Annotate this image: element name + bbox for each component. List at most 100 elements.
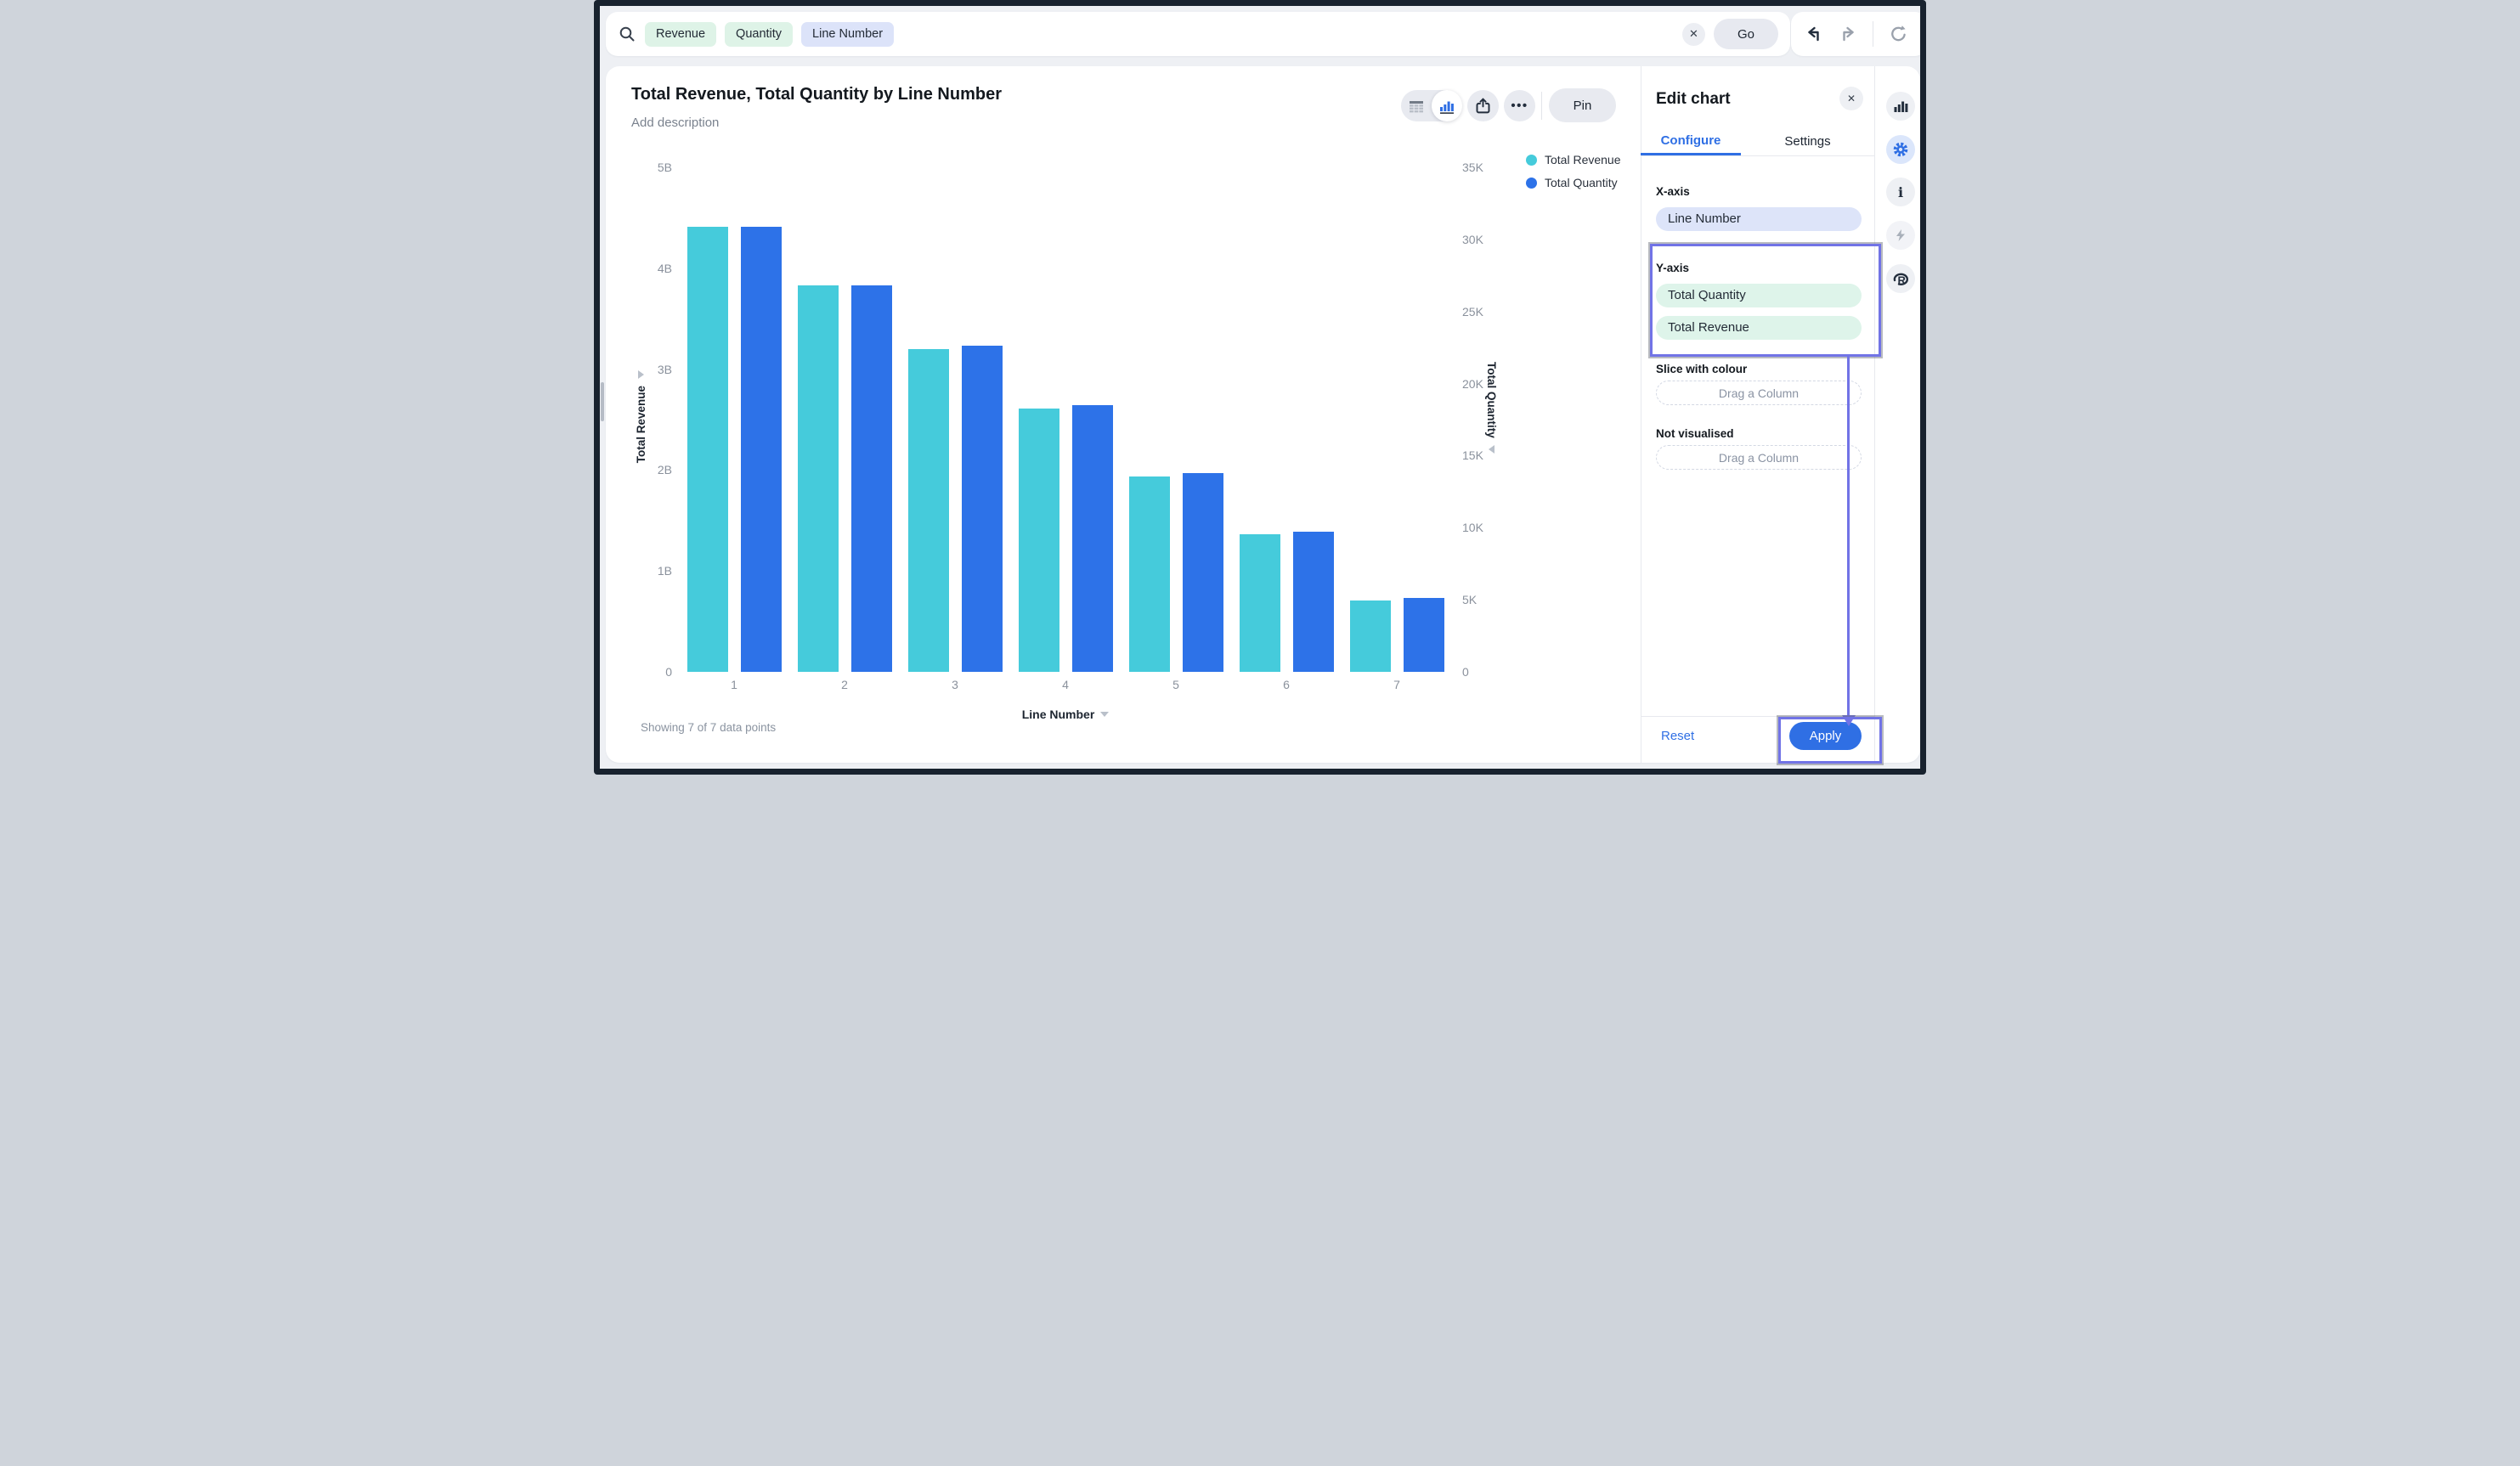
bar-total-revenue[interactable] [907,348,949,672]
legend-label: Total Revenue [1545,153,1621,166]
y-tick-right: 0 [1462,665,1469,679]
tab-settings[interactable]: Settings [1741,127,1874,155]
y-tick-right: 10K [1462,521,1483,535]
bar-total-quantity[interactable] [1071,405,1113,672]
redo-icon[interactable] [1839,25,1857,43]
panel-tabs: Configure Settings [1641,127,1874,156]
x-axis-section-label: X-axis [1656,185,1690,198]
x-tick-label: 4 [1062,678,1069,691]
bar-total-revenue[interactable] [687,227,728,672]
y-tick-left: 1B [657,564,672,578]
x-tick-label: 7 [1393,678,1400,691]
y-axis-left-label[interactable]: Total Revenue [635,386,647,463]
x-tick-label: 5 [1172,678,1179,691]
chevron-down-icon [1100,712,1110,717]
toolbar-divider [1541,92,1542,120]
info-icon: i [1897,183,1904,200]
legend-item[interactable]: Total Revenue [1526,153,1621,166]
chart-view-button[interactable] [1432,90,1462,121]
y-tick-left: 2B [657,463,672,477]
bar-total-quantity[interactable] [961,346,1003,672]
history-toolbar [1791,12,1920,56]
legend-dot [1526,154,1537,166]
share-button[interactable] [1467,90,1499,121]
bar-total-quantity[interactable] [740,226,782,672]
bar-total-quantity[interactable] [1292,532,1334,672]
go-button[interactable]: Go [1714,19,1778,49]
y-tick-left: 4B [657,261,672,275]
close-panel-button[interactable]: ✕ [1839,87,1863,110]
bar-group [679,167,789,672]
y-axis-right-label[interactable]: Total Quantity [1485,362,1498,438]
edit-chart-title: Edit chart [1656,90,1731,108]
y-tick-left: 3B [657,362,672,376]
search-tag-revenue[interactable]: Revenue [645,21,717,47]
bar-total-revenue[interactable] [1128,476,1170,672]
bar-total-revenue[interactable] [1239,534,1280,672]
search-icon [618,25,636,43]
y-tick-right: 35K [1462,161,1483,174]
bar-chart-icon [1893,99,1908,114]
more-options-button[interactable]: ••• [1504,90,1535,121]
y-axis-left-title: Total Revenue [635,370,647,463]
bar-total-revenue[interactable] [1018,408,1059,672]
y-axis-section-label: Y-axis [1656,262,1690,274]
chart-description-placeholder[interactable]: Add description [631,116,719,130]
y-axis-right-title: Total Quantity [1485,362,1498,454]
x-axis-tick-labels: 1 2 3 4 5 6 7 [679,678,1452,691]
app-window: Revenue Quantity Line Number ✕ Go Total … [594,0,1926,775]
apply-button[interactable]: Apply [1789,722,1862,750]
rail-r-logo-button[interactable]: R [1886,264,1915,293]
r-logo-icon: R [1891,269,1910,288]
clear-search-button[interactable]: ✕ [1682,22,1705,46]
search-tag-quantity[interactable]: Quantity [725,21,794,47]
panel-drag-handle[interactable] [601,382,604,421]
sort-indicator-icon[interactable] [1489,444,1494,454]
bar-group [1342,167,1452,672]
x-axis-label: Line Number [1021,708,1095,721]
legend-dot [1526,177,1537,189]
rail-chart-button[interactable] [1886,92,1915,121]
x-tick-label: 1 [731,678,737,691]
slice-section-label: Slice with colour [1656,363,1748,375]
x-axis-field-line-number[interactable]: Line Number [1656,207,1862,231]
ellipsis-icon: ••• [1511,99,1528,113]
undo-icon[interactable] [1805,25,1823,43]
tab-configure[interactable]: Configure [1641,127,1741,155]
not-visualised-section-label: Not visualised [1656,427,1734,440]
close-icon: ✕ [1689,27,1698,40]
y-tick-right: 30K [1462,232,1483,246]
rail-settings-button[interactable] [1886,135,1915,164]
pin-button[interactable]: Pin [1549,88,1616,122]
share-icon [1474,97,1492,115]
bar-total-quantity[interactable] [1182,472,1223,672]
bar-total-revenue[interactable] [797,285,839,672]
x-tick-label: 3 [952,678,958,691]
search-tag-line-number[interactable]: Line Number [801,21,895,47]
bar-total-quantity[interactable] [1403,598,1444,672]
table-view-button[interactable] [1401,90,1432,121]
reset-button[interactable]: Reset [1661,729,1694,743]
bar-total-quantity[interactable] [850,285,892,672]
lightning-icon [1894,228,1907,242]
sort-indicator-icon[interactable] [638,370,644,379]
chart-title[interactable]: Total Revenue, Total Quantity by Line Nu… [631,85,1002,104]
legend-item[interactable]: Total Quantity [1526,176,1621,189]
refresh-icon[interactable] [1889,25,1907,43]
rail-info-button[interactable]: i [1886,178,1915,206]
not-visualised-drop-zone[interactable]: Drag a Column [1656,445,1862,470]
rail-alerts-button[interactable] [1886,221,1915,250]
bar-group [1010,167,1121,672]
y-tick-right: 20K [1462,376,1483,391]
bar-group [900,167,1010,672]
footer-divider [1641,716,1874,717]
y-axis-field-total-quantity[interactable]: Total Quantity [1656,284,1862,307]
y-axis-field-total-revenue[interactable]: Total Revenue [1656,316,1862,340]
slice-drop-zone[interactable]: Drag a Column [1656,381,1862,405]
x-axis-title[interactable]: Line Number [679,708,1452,721]
x-tick-label: 2 [841,678,848,691]
svg-text:R: R [1898,274,1907,287]
x-tick-label: 6 [1283,678,1290,691]
search-bar[interactable]: Revenue Quantity Line Number ✕ Go [606,12,1790,56]
bar-total-revenue[interactable] [1349,600,1391,672]
